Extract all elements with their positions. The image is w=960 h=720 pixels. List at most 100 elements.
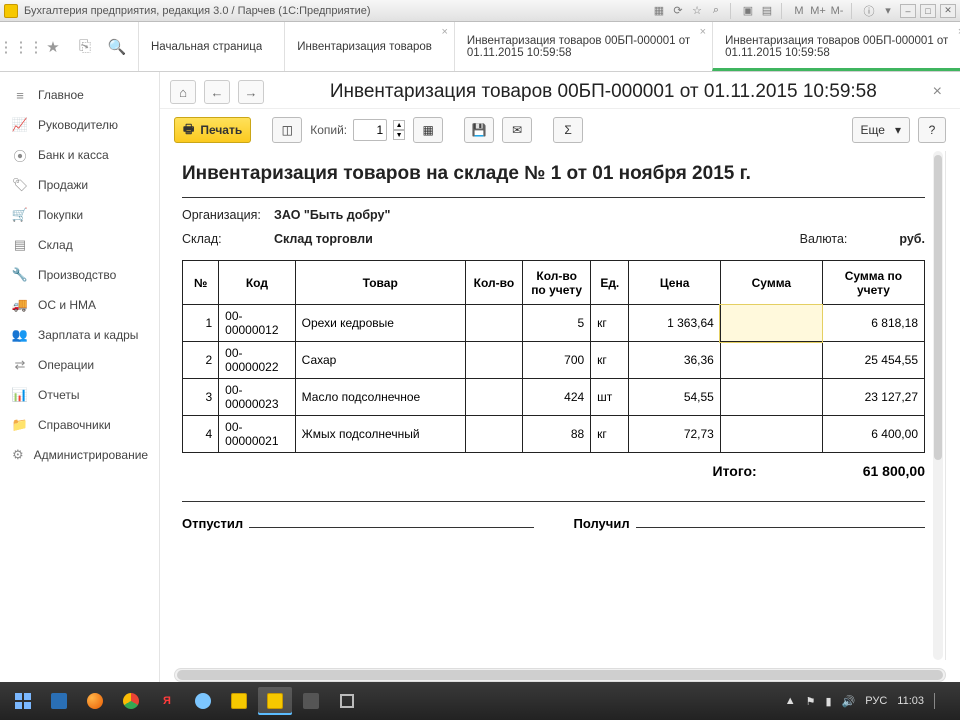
favorite-star-icon[interactable]: ★ bbox=[44, 38, 62, 56]
taskbar-firefox-icon[interactable] bbox=[78, 687, 112, 715]
sidebar-item-admin[interactable]: ⚙Администрирование bbox=[0, 440, 159, 470]
cell-code[interactable]: 00-00000022 bbox=[219, 342, 296, 379]
cell-code[interactable]: 00-00000012 bbox=[219, 305, 296, 342]
cell-item[interactable]: Масло подсолнечное bbox=[295, 379, 465, 416]
cell-unit[interactable]: шт bbox=[591, 379, 629, 416]
table-row[interactable]: 2 00-00000022 Сахар 700 кг 36,36 25 454,… bbox=[183, 342, 925, 379]
taskbar-app-icon[interactable] bbox=[222, 687, 256, 715]
sidebar-item-operations[interactable]: ⇄Операции bbox=[0, 350, 159, 380]
close-page-button[interactable]: × bbox=[929, 83, 946, 101]
horizontal-scrollbar[interactable] bbox=[174, 668, 946, 682]
home-button[interactable]: ⌂ bbox=[170, 80, 196, 104]
tray-clock[interactable]: 11:03 bbox=[897, 695, 924, 707]
cell-qty[interactable] bbox=[465, 379, 522, 416]
taskbar-1c-icon[interactable] bbox=[258, 687, 292, 715]
cell-qty[interactable] bbox=[465, 416, 522, 453]
cell-sum-active[interactable] bbox=[720, 305, 822, 342]
taskbar-yandex-icon[interactable]: Я bbox=[150, 687, 184, 715]
scroll-thumb[interactable] bbox=[934, 155, 942, 460]
cell-qtyacc[interactable]: 88 bbox=[523, 416, 591, 453]
cell-price[interactable]: 36,36 bbox=[629, 342, 720, 379]
sidebar-item-stock[interactable]: ▤Склад bbox=[0, 230, 159, 260]
cell-sum[interactable] bbox=[720, 342, 822, 379]
taskbar-app-icon[interactable] bbox=[186, 687, 220, 715]
cell-item[interactable]: Орехи кедровые bbox=[295, 305, 465, 342]
sidebar-item-bank[interactable]: ⦿Банк и касса bbox=[0, 140, 159, 170]
back-button[interactable]: ← bbox=[204, 80, 230, 104]
tray-language[interactable]: РУС bbox=[865, 695, 887, 707]
cell-item[interactable]: Сахар bbox=[295, 342, 465, 379]
help-button[interactable]: ? bbox=[918, 117, 946, 143]
info-icon[interactable]: ⓘ bbox=[861, 3, 877, 19]
cell-price[interactable]: 54,55 bbox=[629, 379, 720, 416]
titlebar-tool-icon[interactable]: ☆ bbox=[689, 3, 705, 19]
cell-qtyacc[interactable]: 700 bbox=[523, 342, 591, 379]
cell-unit[interactable]: кг bbox=[591, 305, 629, 342]
save-button[interactable]: 💾 bbox=[464, 117, 494, 143]
cell-sumacc[interactable]: 23 127,27 bbox=[822, 379, 924, 416]
scroll-thumb[interactable] bbox=[177, 670, 943, 680]
maximize-button[interactable]: □ bbox=[920, 4, 936, 18]
sidebar-item-production[interactable]: 🔧Производство bbox=[0, 260, 159, 290]
forward-button[interactable]: → bbox=[238, 80, 264, 104]
tab-inventory-doc-1[interactable]: Инвентаризация товаров 00БП-000001 от 01… bbox=[454, 22, 712, 71]
cell-no[interactable]: 2 bbox=[183, 342, 219, 379]
titlebar-tool-icon[interactable]: ▤ bbox=[759, 3, 775, 19]
mem-m-icon[interactable]: M bbox=[791, 3, 807, 19]
cell-unit[interactable]: кг bbox=[591, 416, 629, 453]
report-area[interactable]: Инвентаризация товаров на складе № 1 от … bbox=[174, 151, 946, 660]
table-row[interactable]: 3 00-00000023 Масло подсолнечное 424 шт … bbox=[183, 379, 925, 416]
preview-button[interactable]: ◫ bbox=[272, 117, 302, 143]
titlebar-tool-icon[interactable]: ▦ bbox=[651, 3, 667, 19]
sum-button[interactable]: Σ bbox=[553, 117, 583, 143]
grid-toggle-button[interactable]: ▦ bbox=[413, 117, 443, 143]
taskbar-app-icon[interactable] bbox=[330, 687, 364, 715]
cell-sumacc[interactable]: 6 818,18 bbox=[822, 305, 924, 342]
chevron-down-icon[interactable]: ▼ bbox=[393, 130, 405, 140]
cell-sum[interactable] bbox=[720, 416, 822, 453]
taskbar-app-icon[interactable] bbox=[42, 687, 76, 715]
tab-close-icon[interactable]: × bbox=[441, 26, 447, 38]
cell-price[interactable]: 72,73 bbox=[629, 416, 720, 453]
cell-code[interactable]: 00-00000021 bbox=[219, 416, 296, 453]
mem-mplus-icon[interactable]: M+ bbox=[810, 3, 826, 19]
taskbar-chrome-icon[interactable] bbox=[114, 687, 148, 715]
navigator-icon[interactable]: ⎘ bbox=[76, 38, 94, 56]
sidebar-item-assets[interactable]: 🚚ОС и НМА bbox=[0, 290, 159, 320]
cell-qtyacc[interactable]: 424 bbox=[523, 379, 591, 416]
minimize-button[interactable]: – bbox=[900, 4, 916, 18]
sidebar-item-manager[interactable]: 📈Руководителю bbox=[0, 110, 159, 140]
sidebar-item-catalogs[interactable]: 📁Справочники bbox=[0, 410, 159, 440]
titlebar-tool-icon[interactable]: ⟳ bbox=[670, 3, 686, 19]
sidebar-item-reports[interactable]: 📊Отчеты bbox=[0, 380, 159, 410]
copies-spinner[interactable]: ▲ ▼ bbox=[393, 120, 405, 140]
tray-volume-icon[interactable]: 🔊 bbox=[842, 695, 856, 708]
email-button[interactable]: ✉ bbox=[502, 117, 532, 143]
taskbar-app-icon[interactable] bbox=[294, 687, 328, 715]
titlebar-tool-icon[interactable]: ⌕ bbox=[708, 3, 724, 19]
cell-no[interactable]: 4 bbox=[183, 416, 219, 453]
cell-code[interactable]: 00-00000023 bbox=[219, 379, 296, 416]
tab-inventory-list[interactable]: Инвентаризация товаров × bbox=[284, 22, 454, 71]
tab-inventory-doc-2[interactable]: Инвентаризация товаров 00БП-000001 от 01… bbox=[712, 22, 960, 71]
tray-network-icon[interactable]: ▮ bbox=[825, 695, 831, 708]
cell-qty[interactable] bbox=[465, 305, 522, 342]
sidebar-item-sales[interactable]: 🏷Продажи bbox=[0, 170, 159, 200]
cell-unit[interactable]: кг bbox=[591, 342, 629, 379]
print-button[interactable]: 🖶 Печать bbox=[174, 117, 251, 143]
table-row[interactable]: 4 00-00000021 Жмых подсолнечный 88 кг 72… bbox=[183, 416, 925, 453]
more-button[interactable]: Еще ▾ bbox=[852, 117, 910, 143]
titlebar-tool-icon[interactable]: ▣ bbox=[740, 3, 756, 19]
tray-action-center-icon[interactable] bbox=[934, 693, 946, 709]
sidebar-item-main[interactable]: ≡Главное bbox=[0, 80, 159, 110]
tray-flag-icon[interactable]: ⚑ bbox=[806, 695, 816, 708]
start-menu-button[interactable] bbox=[6, 687, 40, 715]
mem-mminus-icon[interactable]: M- bbox=[829, 3, 845, 19]
cell-sum[interactable] bbox=[720, 379, 822, 416]
cell-qty[interactable] bbox=[465, 342, 522, 379]
tray-chevron-up-icon[interactable]: ▲ bbox=[785, 695, 796, 707]
cell-no[interactable]: 3 bbox=[183, 379, 219, 416]
tab-start[interactable]: Начальная страница bbox=[138, 22, 284, 71]
cell-qtyacc[interactable]: 5 bbox=[523, 305, 591, 342]
cell-price[interactable]: 1 363,64 bbox=[629, 305, 720, 342]
